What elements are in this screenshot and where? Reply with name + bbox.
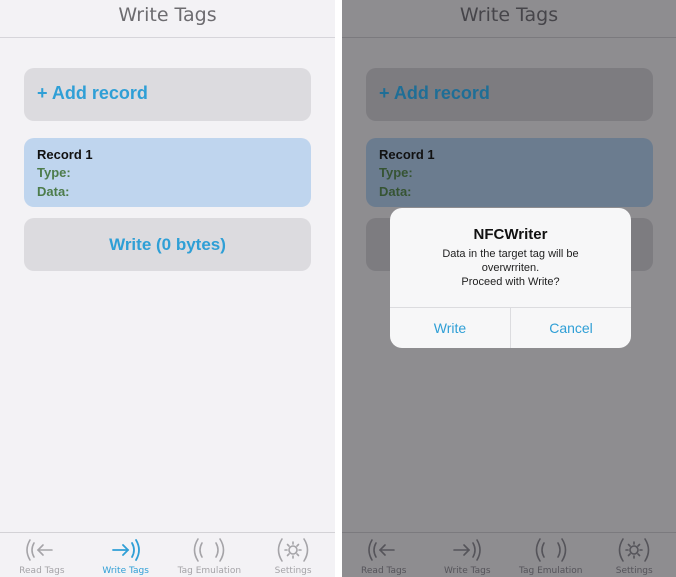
write-tags-icon (453, 539, 482, 561)
dialog-write-button[interactable]: Write (390, 308, 510, 348)
tab-bar: Read Tags Write Tags Tag Emulation Setti… (0, 532, 335, 577)
add-record-button[interactable]: + Add record (24, 68, 311, 121)
write-tags-icon (111, 539, 140, 561)
write-button[interactable]: Write (0 bytes) (24, 218, 311, 271)
tab-label: Settings (615, 566, 653, 576)
dialog-message-line: Proceed with Write? (461, 276, 560, 288)
dialog-message-line: overwrriten. (481, 262, 540, 274)
tab-label: Settings (274, 566, 312, 576)
record-type-label: Type: (37, 165, 71, 180)
tab-label: Write Tags (102, 566, 149, 576)
add-record-label: + Add record (37, 83, 148, 103)
tab-label: Read Tags (19, 566, 65, 576)
write-label: Write (0 bytes) (109, 235, 226, 254)
tab-label: Tag Emulation (177, 566, 242, 576)
record-card[interactable]: Record 1 Type: Data: (24, 138, 311, 207)
page-title: Write Tags (459, 4, 559, 26)
tag-emulation-icon (194, 538, 225, 562)
record-data-label: Data: (379, 184, 412, 199)
record-card: Record 1 Type: Data: (366, 138, 653, 207)
tab-settings: Settings (593, 533, 676, 577)
record-type-label: Type: (379, 165, 413, 180)
tab-read-tags: Read Tags (342, 533, 426, 577)
navigation-bar: Write Tags (0, 0, 335, 38)
navigation-bar: Write Tags (342, 0, 676, 38)
tab-tag-emulation: Tag Emulation (509, 533, 593, 577)
settings-icon (277, 538, 309, 562)
record-data-label: Data: (37, 184, 70, 199)
confirm-write-dialog: NFCWriter Data in the target tag will be… (390, 208, 631, 348)
tab-label: Tag Emulation (518, 566, 583, 576)
screen-divider (335, 0, 342, 577)
dialog-message: Data in the target tag will be overwrrit… (390, 247, 631, 289)
settings-icon (618, 538, 650, 562)
tab-label: Read Tags (361, 566, 407, 576)
tab-bar: Read Tags Write Tags Tag Emulation Setti… (342, 532, 676, 577)
record-title: Record 1 (379, 147, 435, 162)
tab-tag-emulation[interactable]: Tag Emulation (168, 533, 252, 577)
tab-label: Write Tags (443, 566, 491, 576)
tab-settings[interactable]: Settings (251, 533, 335, 577)
tab-write-tags: Write Tags (426, 533, 510, 577)
dialog-message-line: Data in the target tag will be (442, 248, 579, 260)
dialog-title: NFCWriter (473, 226, 548, 243)
read-tags-icon (26, 539, 53, 561)
write-tags-screen-with-alert: Write Tags + Add record Record 1 Type: D… (342, 0, 676, 577)
dialog-buttons: Write Cancel (390, 307, 631, 348)
record-title: Record 1 (37, 147, 93, 162)
add-record-label: + Add record (379, 83, 490, 103)
tab-write-tags[interactable]: Write Tags (84, 533, 168, 577)
tab-read-tags[interactable]: Read Tags (0, 533, 84, 577)
read-tags-icon (367, 539, 395, 561)
write-tags-screen: Write Tags + Add record Record 1 Type: D… (0, 0, 335, 577)
page-title: Write Tags (118, 4, 217, 26)
tag-emulation-icon (535, 538, 567, 562)
add-record-button: + Add record (366, 68, 653, 121)
dialog-cancel-button[interactable]: Cancel (510, 308, 631, 348)
